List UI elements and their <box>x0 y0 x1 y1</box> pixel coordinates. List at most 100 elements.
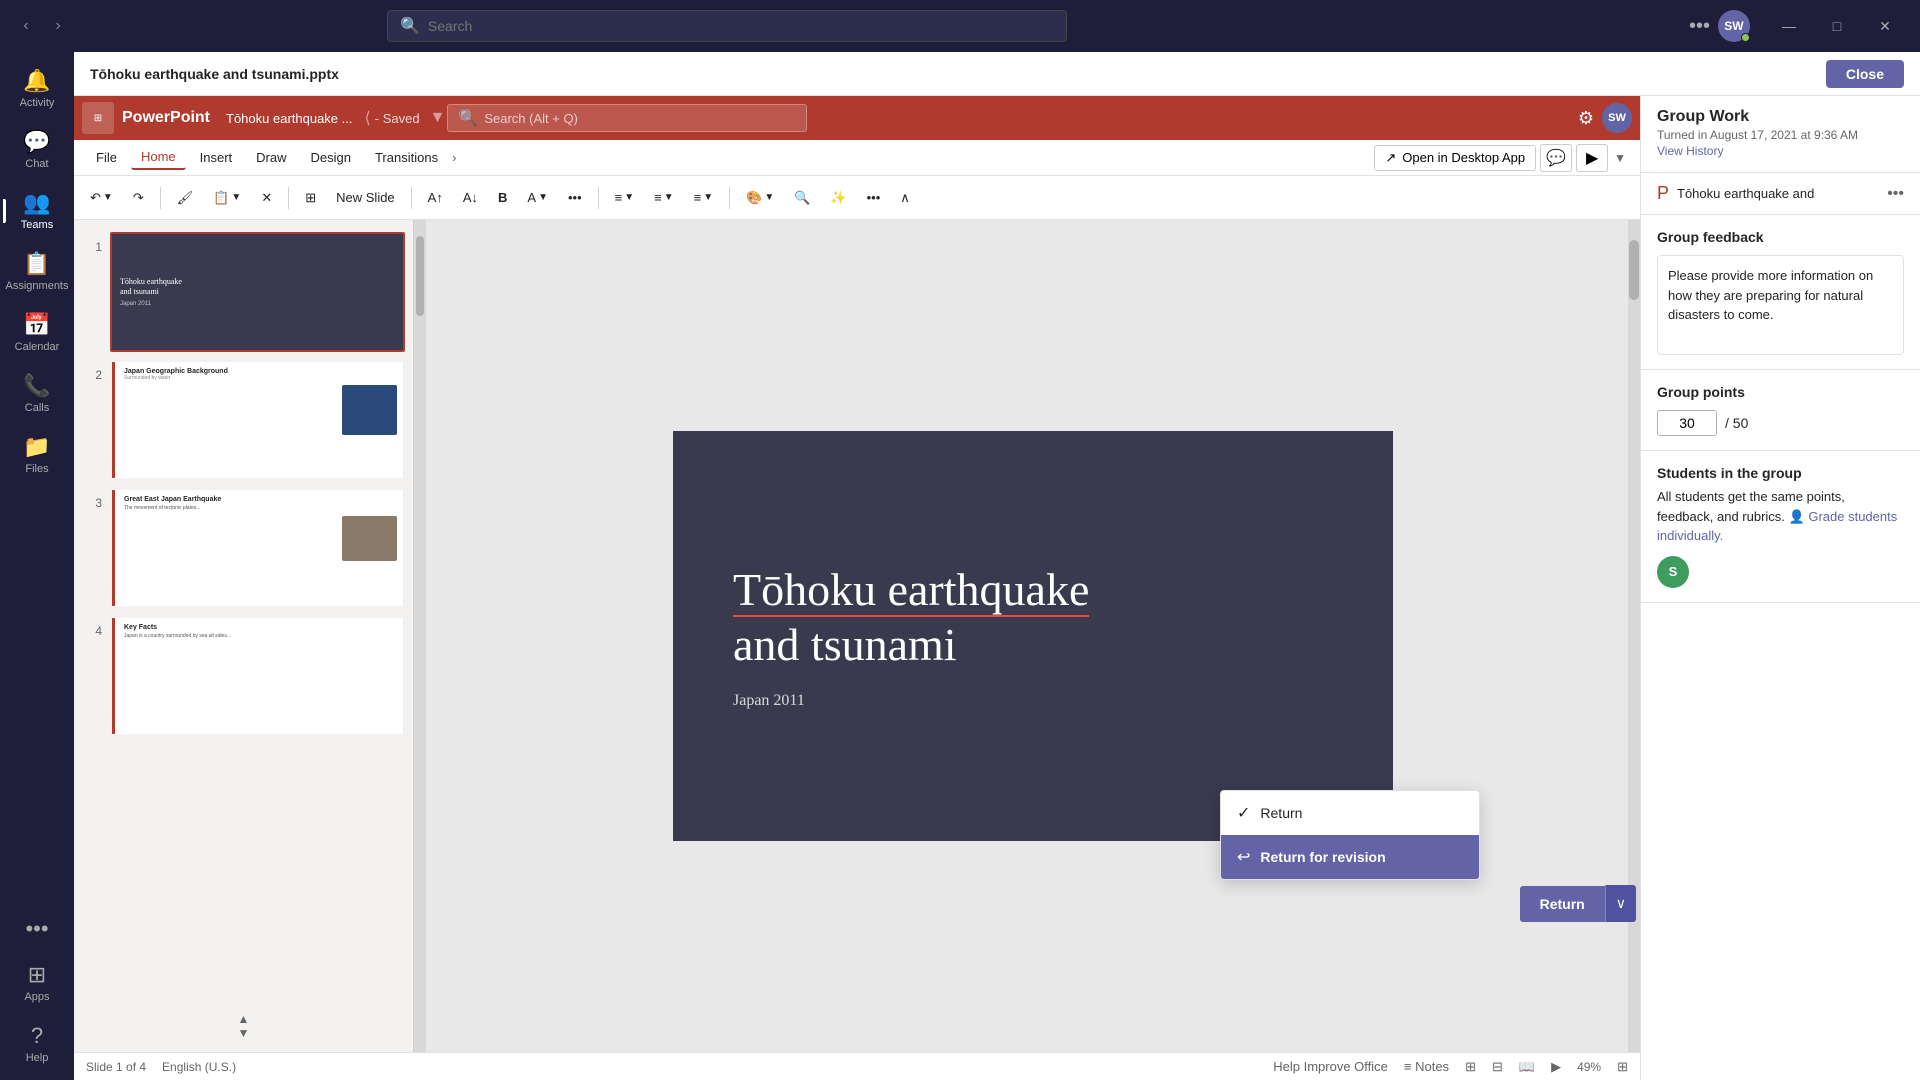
copy-format-button[interactable]: 🖌 <box>169 186 202 210</box>
present-icon-btn[interactable]: ▶ <box>1576 144 1608 172</box>
sidebar-item-more[interactable]: ••• <box>3 908 71 950</box>
apps-icon: ⊞ <box>28 962 46 988</box>
menu-file[interactable]: File <box>86 146 127 169</box>
fit-slide-button[interactable]: ⊞ <box>1617 1059 1628 1075</box>
ppt-container: ⊞ PowerPoint Tōhoku earthquake ... ⟨ - S… <box>74 96 1920 1080</box>
return-chevron-button[interactable]: ∨ <box>1605 885 1636 922</box>
ribbon-avatar[interactable]: SW <box>1602 103 1632 133</box>
user-avatar-button[interactable]: SW <box>1718 10 1750 42</box>
slide-sorter-button[interactable]: ⊟ <box>1492 1059 1503 1075</box>
present-view-button[interactable]: ▶ <box>1551 1059 1561 1075</box>
scroll-up-button[interactable]: ▲ <box>238 1012 250 1026</box>
bold-button[interactable]: B <box>490 186 515 209</box>
points-input[interactable] <box>1657 410 1717 436</box>
reading-view-button[interactable]: 📖 <box>1519 1059 1535 1075</box>
slide-num-4: 4 <box>82 616 102 638</box>
sidebar-item-activity[interactable]: 🔔 Activity <box>3 60 71 117</box>
slide-panel-scrollbar[interactable] <box>414 220 426 1052</box>
toolbar-chevron[interactable]: ∧ <box>892 186 918 210</box>
student-avatar: S <box>1657 556 1689 588</box>
open-desktop-button[interactable]: ↗ Open in Desktop App <box>1374 145 1536 171</box>
group-feedback-section: Group feedback Please provide more infor… <box>1641 215 1920 370</box>
more-options-button[interactable]: ••• <box>1689 15 1710 38</box>
menu-transitions[interactable]: Transitions <box>365 146 448 169</box>
normal-view-button[interactable]: ⊞ <box>1465 1059 1476 1075</box>
main-layout: 🔔 Activity 💬 Chat 👥 Teams 📋 Assignments … <box>0 52 1920 1080</box>
settings-icon[interactable]: ⚙ <box>1578 108 1594 129</box>
canvas-scroll-thumb[interactable] <box>1629 240 1639 300</box>
help-improve-button[interactable]: Help Improve Office <box>1273 1059 1388 1074</box>
search-input[interactable] <box>428 18 1054 34</box>
sidebar-item-assignments[interactable]: 📋 Assignments <box>3 243 71 300</box>
design-ideas-button[interactable]: ✨ <box>822 186 854 210</box>
slide-thumb-3[interactable]: 3 Great East Japan Earthquake The moveme… <box>74 484 413 612</box>
slide-image-1[interactable]: Tōhoku earthquakeand tsunami Japan 2011 <box>110 232 405 352</box>
align-button[interactable]: ≡ ▼ <box>686 186 722 209</box>
present-chevron[interactable]: ▼ <box>1612 149 1628 167</box>
menu-more-chevron[interactable]: › <box>452 150 456 165</box>
menu-draw[interactable]: Draw <box>246 146 296 169</box>
menu-insert[interactable]: Insert <box>190 146 243 169</box>
file-more-button[interactable]: ••• <box>1887 185 1904 203</box>
slide-thumb-2[interactable]: 2 Japan Geographic Background Surrounded… <box>74 356 413 484</box>
window-controls: — □ ✕ <box>1766 10 1908 42</box>
view-history-link[interactable]: View History <box>1657 144 1723 158</box>
font-color-button[interactable]: A ▼ <box>519 186 556 209</box>
sidebar-item-apps[interactable]: ⊞ Apps <box>3 954 71 1011</box>
shape-fill-button[interactable]: 🎨 ▼ <box>738 186 782 210</box>
sidebar-label-assignments: Assignments <box>6 280 69 292</box>
font-size-up-button[interactable]: A↑ <box>420 186 451 209</box>
sidebar-item-files[interactable]: 📁 Files <box>3 426 71 483</box>
sidebar-item-chat[interactable]: 💬 Chat <box>3 121 71 178</box>
title-search-bar[interactable]: 🔍 <box>387 10 1067 42</box>
more-text-button[interactable]: ••• <box>560 186 590 209</box>
notes-button[interactable]: ≡ Notes <box>1404 1059 1449 1074</box>
feedback-text[interactable]: Please provide more information on how t… <box>1657 255 1904 355</box>
sidebar-label-activity: Activity <box>20 97 55 109</box>
app-grid-icon[interactable]: ⊞ <box>82 102 114 134</box>
forward-button[interactable]: › <box>44 12 72 40</box>
font-size-down-button[interactable]: A↓ <box>455 186 486 209</box>
comment-icon-btn[interactable]: 💬 <box>1540 144 1572 172</box>
sidebar-item-teams[interactable]: 👥 Teams <box>3 182 71 239</box>
sidebar-item-calls[interactable]: 📞 Calls <box>3 365 71 422</box>
menu-design[interactable]: Design <box>301 146 361 169</box>
bullets-button[interactable]: ≡ ▼ <box>607 186 643 209</box>
main-canvas-area[interactable]: Tōhoku earthquake and tsunami Japan 2011 <box>426 220 1640 1052</box>
close-doc-button[interactable]: Close <box>1826 60 1904 88</box>
scroll-down-button[interactable]: ▼ <box>238 1026 250 1040</box>
slide-layout-button[interactable]: ⊞ <box>297 186 324 210</box>
ribbon-search-input[interactable] <box>484 111 796 126</box>
numbering-button[interactable]: ≡ ▼ <box>646 186 682 209</box>
slide-thumb-4[interactable]: 4 Key Facts Japan is a country surrounde… <box>74 612 413 740</box>
new-slide-button[interactable]: New Slide <box>328 186 403 209</box>
search-slide-button[interactable]: 🔍 <box>786 186 818 210</box>
slide-image-3[interactable]: Great East Japan Earthquake The movement… <box>110 488 405 608</box>
sidebar-item-help[interactable]: ? Help <box>3 1015 71 1072</box>
undo-button[interactable]: ↶ ▼ <box>82 186 121 210</box>
status-bar: Slide 1 of 4 English (U.S.) Help Improve… <box>74 1052 1640 1080</box>
back-button[interactable]: ‹ <box>12 12 40 40</box>
sidebar-label-chat: Chat <box>25 158 48 170</box>
slide-image-2[interactable]: Japan Geographic Background Surrounded b… <box>110 360 405 480</box>
sidebar-item-calendar[interactable]: 📅 Calendar <box>3 304 71 361</box>
minimize-button[interactable]: — <box>1766 10 1812 42</box>
right-panel: Group Work Turned in August 17, 2021 at … <box>1640 96 1920 1080</box>
slide-thumb-1[interactable]: 1 Tōhoku earthquakeand tsunami Japan 201… <box>74 228 413 356</box>
close-button[interactable]: ✕ <box>1862 10 1908 42</box>
canvas-scrollbar-vertical[interactable] <box>1628 220 1640 1052</box>
tool-separator-3 <box>411 187 412 209</box>
paste-button[interactable]: 📋 ▼ <box>205 186 249 210</box>
more-tools-button[interactable]: ••• <box>859 186 889 209</box>
maximize-button[interactable]: □ <box>1814 10 1860 42</box>
dropdown-return-item[interactable]: ✓ Return <box>1221 791 1479 835</box>
return-main-button[interactable]: Return <box>1520 886 1605 922</box>
menu-home[interactable]: Home <box>131 145 186 170</box>
ribbon-search-bar[interactable]: 🔍 <box>447 104 807 132</box>
redo-button[interactable]: ↷ <box>125 186 152 210</box>
slide-image-4[interactable]: Key Facts Japan is a country surrounded … <box>110 616 405 736</box>
tool-separator-4 <box>598 187 599 209</box>
delete-button[interactable]: ✕ <box>253 186 280 210</box>
dropdown-revision-item[interactable]: ↩ Return for revision <box>1221 835 1479 879</box>
more-icon: ••• <box>25 916 48 942</box>
